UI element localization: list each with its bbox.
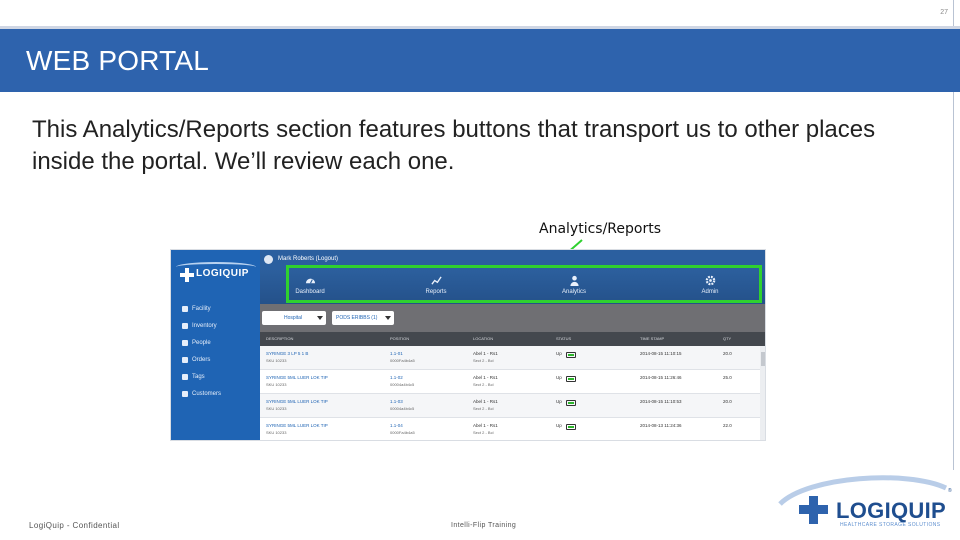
- cell-description[interactable]: SYRINGE 5ML LUER LOK TIP: [266, 423, 328, 428]
- tag-icon: [182, 373, 188, 380]
- column-header[interactable]: QTY: [723, 336, 731, 341]
- filter-bar: Hospital PODS ERIBBS (1): [260, 304, 765, 332]
- cell-status: Up: [556, 423, 562, 428]
- cell-time: 2014-08-15 11:26:46: [640, 375, 682, 380]
- sidebar-item-label: Customers: [192, 390, 222, 397]
- cell-description[interactable]: SYRINGE 5ML LUER LOK TIP: [266, 375, 328, 380]
- user-logout-link[interactable]: Mark Roberts (Logout): [278, 256, 338, 262]
- highlight-box: [286, 265, 762, 303]
- cell-pos-sub: 0000Fa4b4a5: [390, 358, 415, 363]
- station-select-value: PODS ERIBBS (1): [336, 315, 378, 321]
- cell-time: 2014-08-15 11:10:15: [640, 351, 682, 356]
- table-header: DESCRIPTION POSITION LOCATION STATUS TIM…: [260, 332, 765, 346]
- facility-select-value: Hospital: [284, 315, 303, 321]
- column-header[interactable]: POSITION: [390, 336, 409, 341]
- table-row[interactable]: SYRINGE 5ML LUER LOK TIP SKU 10233 1.1-03 0…: [260, 394, 760, 418]
- cell-position: 1.1-01: [390, 351, 403, 356]
- cell-time: 2014-08-13 11:24:36: [640, 423, 682, 428]
- scrollbar[interactable]: [760, 346, 765, 440]
- sidebar-item-facility[interactable]: Facility: [182, 300, 221, 317]
- footer-confidential: LogiQuip - Confidential: [29, 521, 120, 530]
- column-header[interactable]: TIME STAMP: [640, 336, 664, 341]
- cell-loc-sub: Sect 2 - Bcl: [473, 430, 494, 435]
- person-icon: [182, 339, 188, 346]
- cell-position: 1.1-03: [390, 399, 403, 404]
- body-text: This Analytics/Reports section features …: [32, 116, 876, 175]
- footer-training: Intelli-Flip Training: [451, 522, 517, 529]
- slide-title: WEB PORTAL: [26, 45, 210, 76]
- logiquip-logo: LOGIQUIP HEALTHCARE STORAGE SOLUTIONS ®: [778, 474, 952, 536]
- sidebar-item-customers[interactable]: Customers: [182, 385, 221, 402]
- cell-pos-sub: 00004a4b4c5: [390, 406, 415, 411]
- cell-qty: 20.0: [723, 351, 732, 356]
- cell-position: 1.1-04: [390, 423, 403, 428]
- cell-position: 1.1-02: [390, 375, 403, 380]
- cell-qty: 25.0: [723, 375, 732, 380]
- sidebar-item-label: Orders: [192, 356, 211, 363]
- cell-pos-sub: 00004a4b4c5: [390, 382, 415, 387]
- cell-qty: 22.0: [723, 423, 732, 428]
- cell-status: Up: [556, 375, 562, 380]
- sidebar-item-label: Inventory: [192, 322, 217, 329]
- cell-location: Abel 1 - Rs1: [473, 423, 498, 428]
- sidebar-item-label: Tags: [192, 373, 205, 380]
- cell-sku: SKU 10233: [266, 406, 287, 411]
- cell-sku: SKU 10233: [266, 358, 287, 363]
- sidebar-item-people[interactable]: People: [182, 334, 221, 351]
- chart-icon: [182, 390, 188, 397]
- battery-icon: [566, 352, 576, 358]
- sidebar-item-label: Facility: [192, 305, 211, 312]
- building-icon: [182, 305, 188, 312]
- portal-side-nav: Facility Inventory People Orders Tags Cu…: [182, 300, 221, 402]
- table-body: SYRINGE 3 LP 5 1 B SKU 10233 1.1-01 0000Fa4…: [260, 346, 760, 440]
- cell-location: Abel 1 - Rs1: [473, 351, 498, 356]
- cell-time: 2014-08-15 11:10:53: [640, 399, 682, 404]
- cell-location: Abel 1 - Rs1: [473, 399, 498, 404]
- title-band: WEB PORTAL: [0, 26, 960, 92]
- portal-sidebar: LOGIQUIP Facility Inventory People Order…: [171, 250, 260, 440]
- battery-icon: [566, 424, 576, 430]
- chevron-down-icon: [317, 316, 323, 320]
- callout-label: Analytics/Reports: [539, 221, 661, 237]
- cell-loc-sub: Sect 2 - Bcl: [473, 358, 494, 363]
- list-icon: [182, 322, 188, 329]
- portal-logo-word: LOGIQUIP: [196, 268, 249, 279]
- clipboard-icon: [182, 356, 188, 363]
- cell-sku: SKU 10233: [266, 430, 287, 435]
- slide: 27 WEB PORTAL This Analytics/Reports sec…: [0, 0, 960, 540]
- cell-loc-sub: Sect 2 - Bcl: [473, 406, 494, 411]
- cell-description[interactable]: SYRINGE 3 LP 5 1 B: [266, 351, 308, 356]
- cell-status: Up: [556, 351, 562, 356]
- table-row[interactable]: SYRINGE 3 LP 5 1 B SKU 10233 1.1-01 0000Fa4…: [260, 346, 760, 370]
- sidebar-item-tags[interactable]: Tags: [182, 368, 221, 385]
- cell-sku: SKU 10233: [266, 382, 287, 387]
- battery-icon: [566, 376, 576, 382]
- logo-tagline: HEALTHCARE STORAGE SOLUTIONS: [840, 522, 941, 528]
- column-header[interactable]: DESCRIPTION: [266, 336, 293, 341]
- facility-select[interactable]: Hospital: [262, 311, 326, 325]
- battery-icon: [566, 400, 576, 406]
- table-row[interactable]: SYRINGE 5ML LUER LOK TIP SKU 10233 1.1-02 0…: [260, 370, 760, 394]
- cell-location: Abel 1 - Rs1: [473, 375, 498, 380]
- portal-logo[interactable]: LOGIQUIP: [176, 262, 256, 288]
- page-number: 27: [940, 9, 948, 16]
- table-row[interactable]: SYRINGE 5ML LUER LOK TIP SKU 10233 1.1-04 0…: [260, 418, 760, 440]
- chevron-down-icon: [385, 316, 391, 320]
- cell-pos-sub: 0000Fa4b4a5: [390, 430, 415, 435]
- cross-icon: [180, 268, 194, 282]
- station-select[interactable]: PODS ERIBBS (1): [332, 311, 394, 325]
- cell-loc-sub: Sect 2 - Bcl: [473, 382, 494, 387]
- sidebar-item-label: People: [192, 339, 211, 346]
- user-icon: [264, 255, 273, 264]
- sidebar-item-inventory[interactable]: Inventory: [182, 317, 221, 334]
- cell-description[interactable]: SYRINGE 5ML LUER LOK TIP: [266, 399, 328, 404]
- cell-qty: 20.0: [723, 399, 732, 404]
- column-header[interactable]: LOCATION: [473, 336, 493, 341]
- registered-mark: ®: [948, 488, 952, 494]
- sidebar-item-orders[interactable]: Orders: [182, 351, 221, 368]
- cell-status: Up: [556, 399, 562, 404]
- column-header[interactable]: STATUS: [556, 336, 571, 341]
- scrollbar-thumb[interactable]: [761, 352, 765, 366]
- logo-word: LOGIQUIP: [836, 498, 946, 523]
